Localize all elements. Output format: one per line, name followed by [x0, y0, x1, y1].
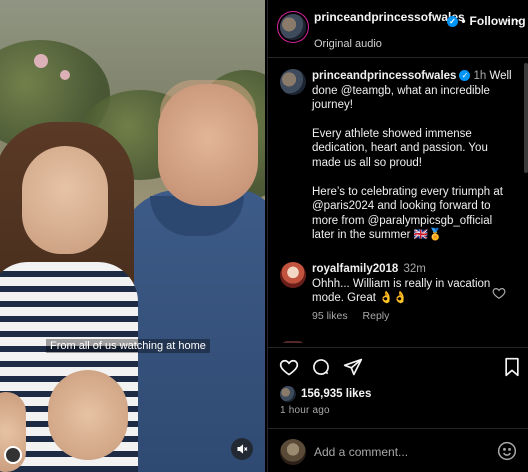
commenter-username[interactable]: royalfamily2018	[312, 263, 398, 275]
caption-text: princeandprincessofwales ✓ 1h Well done @t…	[312, 69, 512, 243]
likes-count[interactable]: 156,935 likes	[301, 388, 371, 400]
heart-icon	[279, 359, 299, 376]
comment-heart-icon[interactable]	[492, 286, 506, 300]
video-subtitle: From all of us watching at home	[46, 339, 210, 353]
add-comment-bar	[268, 428, 528, 472]
reel-video[interactable]: From all of us watching at home	[0, 0, 265, 472]
likes-summary[interactable]: 156,935 likes	[280, 384, 371, 404]
man-face	[158, 84, 258, 206]
like-button[interactable]	[278, 356, 300, 378]
comment-reply-button[interactable]: Reply	[363, 310, 390, 322]
bookmark-icon	[505, 357, 519, 377]
background-flower	[60, 70, 70, 80]
add-comment-input[interactable]	[314, 445, 494, 459]
separator-dot: •	[461, 14, 466, 28]
author-username[interactable]: princeandprincessofwales	[314, 10, 465, 24]
more-horizontal-icon[interactable]: ⋯	[506, 12, 521, 29]
action-bar: 156,935 likes 1 hour ago	[268, 347, 528, 427]
share-icon	[343, 358, 363, 376]
share-button[interactable]	[342, 356, 364, 378]
tagged-user-avatar[interactable]	[4, 446, 22, 464]
caption-username[interactable]: princeandprincessofwales	[312, 70, 456, 82]
post-header: princeandprincessofwales ✓ • Following Or…	[268, 0, 528, 58]
next-comment-avatar	[280, 341, 306, 343]
post-timestamp[interactable]: 1 hour ago	[280, 405, 330, 416]
comment-time: 32m	[403, 263, 426, 275]
original-audio-link[interactable]: Original audio	[314, 38, 382, 50]
verified-badge-icon: ✓	[447, 16, 458, 28]
comment-text: royalfamily2018 32m Ohhh... William is r…	[312, 262, 492, 306]
author-username-text[interactable]: princeandprincessofwales	[314, 10, 465, 24]
caption-author-avatar[interactable]	[280, 69, 306, 95]
verified-badge-icon: ✓	[459, 70, 471, 82]
caption-paragraph-3: Here’s to celebrating every triumph at @…	[312, 185, 503, 242]
author-avatar[interactable]	[280, 14, 306, 40]
comments-scrollbar[interactable]	[524, 63, 528, 173]
emoji-icon[interactable]	[497, 441, 517, 461]
comment-body: Ohhh... William is really in vacation mo…	[312, 277, 491, 305]
woman-hand	[48, 370, 128, 460]
comment-button[interactable]	[310, 356, 332, 378]
commenter-avatar[interactable]	[280, 262, 306, 288]
save-button[interactable]	[501, 356, 523, 378]
speaker-muted-icon	[237, 444, 248, 454]
mute-toggle-button[interactable]	[231, 438, 253, 460]
comment-icon	[313, 359, 329, 375]
comment-meta: 95 likes Reply	[312, 310, 401, 322]
comments-section[interactable]: princeandprincessofwales ✓ 1h Well done @t…	[268, 59, 528, 343]
post-panel: princeandprincessofwales ✓ • Following Or…	[267, 0, 528, 472]
comment-likes[interactable]: 95 likes	[312, 310, 348, 322]
current-user-avatar	[280, 439, 306, 465]
woman-face	[22, 146, 108, 254]
caption-time: 1h	[473, 70, 487, 82]
caption-paragraph-2: Every athlete showed immense dedication,…	[312, 127, 488, 169]
background-flower	[34, 54, 48, 68]
liker-avatar	[280, 386, 296, 402]
